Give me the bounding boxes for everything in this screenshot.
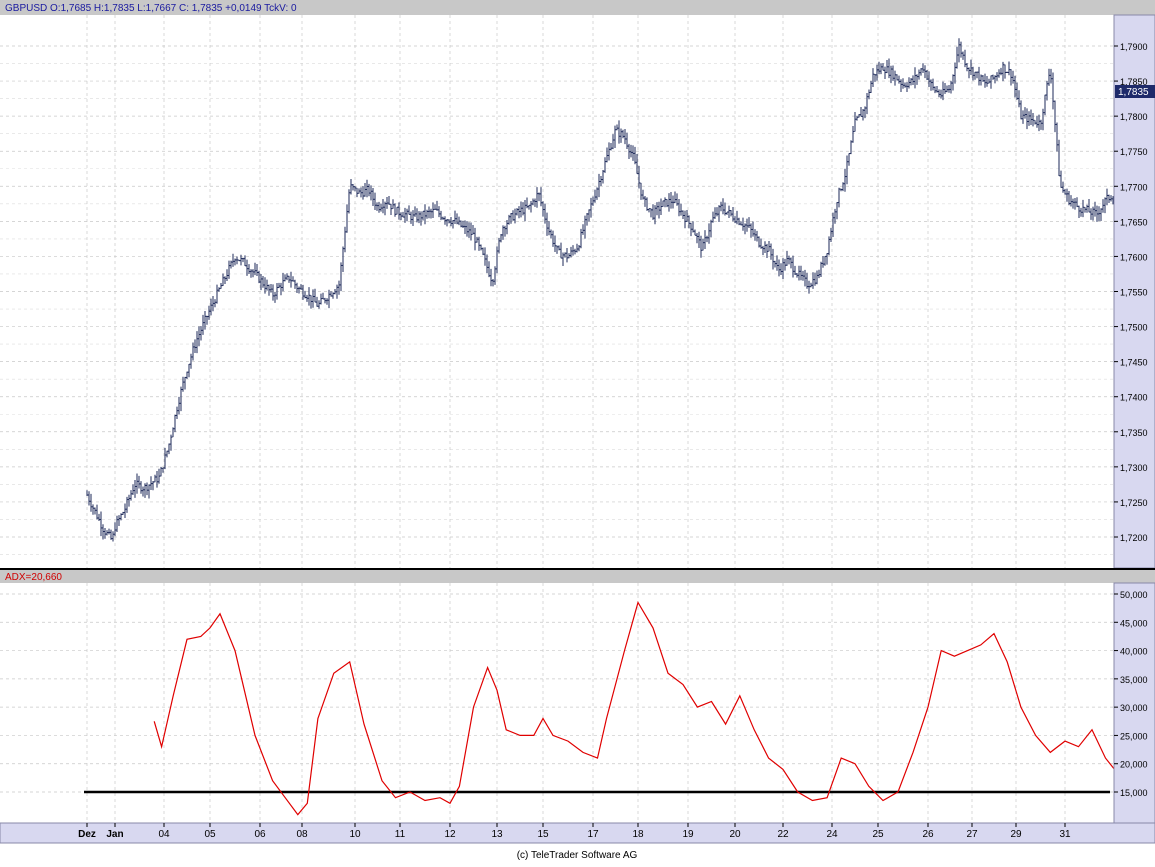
main-y-tick-label: 1,7200 bbox=[1120, 533, 1148, 543]
main-y-tick-label: 1,7300 bbox=[1120, 463, 1148, 473]
adx-header-bar bbox=[0, 570, 1155, 583]
adx-y-tick-label: 50,000 bbox=[1120, 590, 1148, 600]
main-y-tick-label: 1,7400 bbox=[1120, 393, 1148, 403]
adx-y-tick-label: 35,000 bbox=[1120, 675, 1148, 685]
main-y-tick-label: 1,7800 bbox=[1120, 112, 1148, 122]
footer-text: (c) TeleTrader Software AG bbox=[517, 850, 638, 861]
main-y-tick-label: 1,7600 bbox=[1120, 252, 1148, 262]
main-header-text: GBPUSD O:1,7685 H:1,7835 L:1,7667 C: 1,7… bbox=[5, 3, 297, 14]
x-tick-label: 11 bbox=[395, 829, 406, 840]
x-tick-label: 18 bbox=[632, 829, 644, 840]
main-y-tick-label: 1,7500 bbox=[1120, 323, 1148, 333]
adx-grid bbox=[0, 593, 1114, 793]
main-y-ticks: 1,7200 1,7250 1,7300 1,7350 1,7400 1,7450 1,75… bbox=[1114, 42, 1148, 543]
x-tick-label: 20 bbox=[729, 829, 741, 840]
x-tick-label: 24 bbox=[826, 829, 838, 840]
x-tick-label: Jan bbox=[106, 829, 123, 840]
x-tick-label: 06 bbox=[254, 829, 266, 840]
x-tick-label: 13 bbox=[491, 829, 503, 840]
x-axis-panel bbox=[0, 822, 1155, 844]
main-grid bbox=[0, 15, 1114, 823]
main-y-tick-label: 1,7700 bbox=[1120, 182, 1148, 192]
main-y-tick-label: 1,7450 bbox=[1120, 358, 1148, 368]
adx-y-tick-label: 25,000 bbox=[1120, 731, 1148, 741]
x-tick-label: 05 bbox=[204, 829, 216, 840]
main-y-tick-label: 1,7650 bbox=[1120, 217, 1148, 227]
chart-window: GBPUSD O:1,7685 H:1,7835 L:1,7667 C: 1,7… bbox=[0, 0, 1155, 862]
main-y-tick-label: 1,7250 bbox=[1120, 498, 1148, 508]
panel-separator bbox=[0, 568, 1155, 570]
x-tick-label: 31 bbox=[1059, 829, 1071, 840]
adx-y-tick-label: 15,000 bbox=[1120, 788, 1148, 798]
main-y-tick-label: 1,7750 bbox=[1120, 147, 1148, 157]
price-bars bbox=[86, 38, 1143, 542]
x-tick-label: 10 bbox=[349, 829, 361, 840]
x-tick-label: 08 bbox=[296, 829, 308, 840]
x-tick-label: 17 bbox=[587, 829, 599, 840]
x-tick-label: 26 bbox=[922, 829, 934, 840]
chart-svg: GBPUSD O:1,7685 H:1,7835 L:1,7667 C: 1,7… bbox=[0, 0, 1155, 861]
x-tick-label: 22 bbox=[777, 829, 789, 840]
x-tick-label: 15 bbox=[537, 829, 549, 840]
last-price-text: 1,7835 bbox=[1118, 87, 1149, 98]
adx-y-tick-label: 40,000 bbox=[1120, 647, 1148, 657]
main-y-tick-label: 1,7550 bbox=[1120, 288, 1148, 298]
x-tick-label: 12 bbox=[444, 829, 456, 840]
x-tick-label: Dez bbox=[78, 829, 96, 840]
adx-header-text: ADX=20,660 bbox=[5, 572, 62, 583]
x-tick-label: 19 bbox=[682, 829, 694, 840]
x-tick-label: 29 bbox=[1010, 829, 1022, 840]
x-tick-label: 27 bbox=[966, 829, 978, 840]
adx-y-tick-label: 20,000 bbox=[1120, 760, 1148, 770]
adx-y-tick-label: 45,000 bbox=[1120, 618, 1148, 628]
x-tick-label: 25 bbox=[872, 829, 884, 840]
x-tick-label: 04 bbox=[158, 829, 170, 840]
adx-line bbox=[153, 600, 1155, 816]
main-y-tick-label: 1,7900 bbox=[1120, 42, 1148, 52]
adx-y-tick-label: 30,000 bbox=[1120, 703, 1148, 713]
main-y-tick-label: 1,7350 bbox=[1120, 428, 1148, 438]
